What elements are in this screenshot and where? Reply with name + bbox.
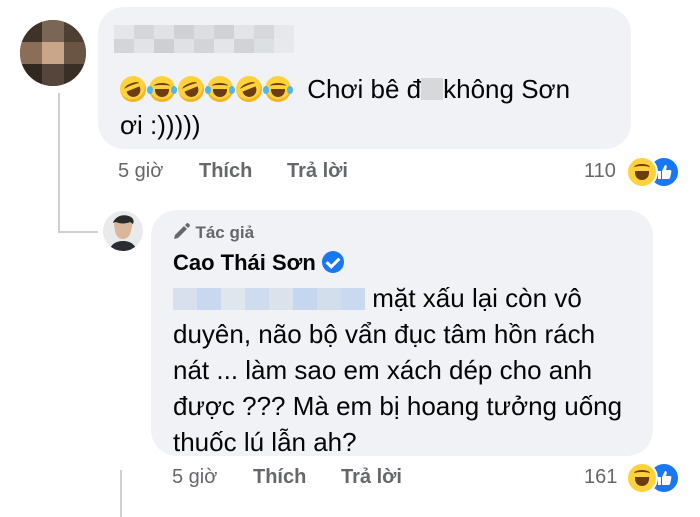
reply-text-line3: nát ... làm sao em xách dép cho anh <box>173 355 593 385</box>
redacted-word <box>421 78 444 100</box>
reply-text-line1: mặt xấu lại còn vô <box>372 283 582 313</box>
comment-bubble: Chơi bê đ không Sơn ơi :))))) <box>98 7 631 149</box>
author-name-row: Cao Thái Sơn <box>173 250 344 276</box>
emoji-joy-icon <box>147 76 177 102</box>
reply-like-button[interactable]: Thích <box>253 466 306 489</box>
author-tag: Tác giả <box>195 223 255 242</box>
reply-text-line2: duyên, não bộ vẩn đục tâm hồn rách <box>173 319 596 349</box>
reply-thread-connector <box>120 470 122 517</box>
comment-reactions[interactable] <box>624 154 684 188</box>
commenter-avatar[interactable] <box>20 20 86 86</box>
reply-text-line5: thuốc lú lẫn ah? <box>173 427 357 457</box>
emoji-rofl-icon <box>174 72 208 106</box>
haha-icon <box>626 156 658 188</box>
comment-text-suffix: không Sơn <box>443 74 571 104</box>
author-tag-row: Tác giả <box>171 222 254 243</box>
reply-reaction-count[interactable]: 161 <box>584 466 617 489</box>
comment-reply-button[interactable]: Trả lời <box>287 160 348 183</box>
emoji-rofl-icon <box>232 72 266 106</box>
comment-like-button[interactable]: Thích <box>199 160 252 183</box>
comment-text: Chơi bê đ không Sơn ơi :))))) <box>116 71 620 143</box>
reply-bubble: Tác giả Cao Thái Sơn mặt xấu lại còn vô … <box>151 210 653 457</box>
emoji-joy-icon <box>205 76 235 102</box>
thread-connector <box>58 93 60 233</box>
emoji-rofl-icon <box>116 72 150 106</box>
reply-reactions[interactable] <box>624 460 684 494</box>
reply-text: mặt xấu lại còn vô duyên, não bộ vẩn đục… <box>173 280 653 460</box>
redacted-commenter-name[interactable] <box>114 25 294 53</box>
thread-connector-branch <box>58 231 98 233</box>
author-name[interactable]: Cao Thái Sơn <box>173 250 316 275</box>
reply-text-line4: được ??? Mà em bị hoang tưởng uống <box>173 391 623 421</box>
redacted-text <box>173 286 365 310</box>
comment-text-line2: ơi :))))) <box>120 110 201 140</box>
comment-reaction-count[interactable]: 110 <box>584 160 616 183</box>
haha-icon <box>626 462 658 494</box>
reply-time[interactable]: 5 giờ <box>172 466 217 489</box>
emoji-joy-icon <box>263 76 293 102</box>
verified-badge-icon <box>321 251 344 273</box>
reply-reply-button[interactable]: Trả lời <box>341 466 402 489</box>
author-avatar[interactable] <box>103 211 143 251</box>
comment-time[interactable]: 5 giờ <box>118 160 163 183</box>
pencil-icon <box>174 223 190 239</box>
comment-text-prefix: Chơi bê đ <box>307 74 422 104</box>
